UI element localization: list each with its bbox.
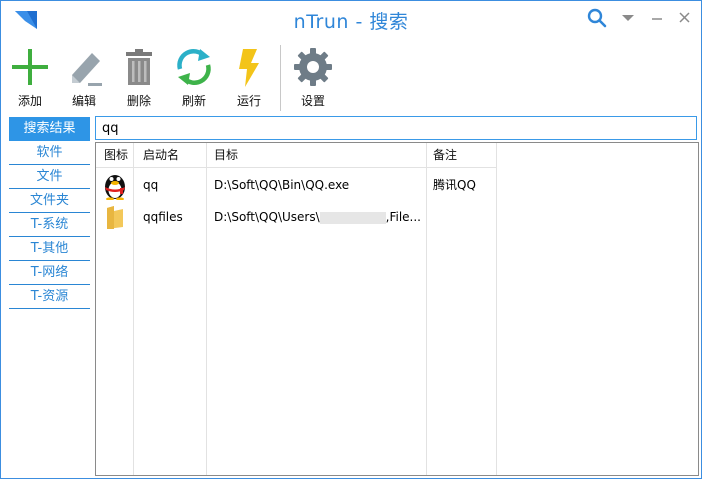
- sidebar-item-folders[interactable]: 文件夹: [9, 189, 90, 213]
- add-icon: [12, 49, 48, 85]
- toolbar-separator: [280, 45, 281, 111]
- row-target-suffix: ,File...: [385, 210, 421, 224]
- edit-label: 编辑: [71, 94, 96, 108]
- row-name: qq: [143, 178, 159, 192]
- sidebar-item-files[interactable]: 文件: [9, 165, 90, 189]
- results-table: 图标 启动名 目标 备注 qq D:\Soft\QQ\Bin\QQ.exe 腾讯…: [95, 142, 699, 476]
- edit-button[interactable]: 编辑: [57, 45, 111, 109]
- row-target-prefix: D:\Soft\QQ\Users\: [214, 210, 320, 224]
- minimize-icon[interactable]: [646, 7, 668, 29]
- settings-label: 设置: [300, 94, 325, 108]
- row-name: qqfiles: [143, 210, 183, 224]
- refresh-label: 刷新: [181, 94, 206, 108]
- title-bar[interactable]: nTrun - 搜索: [1, 1, 701, 39]
- sidebar-item-t-network[interactable]: T-网络: [9, 261, 90, 285]
- run-button[interactable]: 运行: [222, 45, 276, 109]
- table-row[interactable]: qq D:\Soft\QQ\Bin\QQ.exe 腾讯QQ: [96, 169, 496, 201]
- toolbar: 添加 编辑 删除 刷新 运行 设置: [1, 41, 701, 113]
- row-target: D:\Soft\QQ\Users\ ,File...: [214, 201, 424, 233]
- lightning-icon: [239, 49, 259, 87]
- category-sidebar: 搜索结果 软件 文件 文件夹 T-系统 T-其他 T-网络 T-资源: [9, 117, 90, 309]
- close-icon[interactable]: [674, 7, 696, 29]
- qq-penguin-icon: [105, 175, 125, 201]
- delete-button[interactable]: 删除: [112, 45, 166, 109]
- row-target: D:\Soft\QQ\Bin\QQ.exe: [214, 178, 350, 192]
- sidebar-item-t-other[interactable]: T-其他: [9, 237, 90, 261]
- add-label: 添加: [17, 94, 42, 108]
- search-input[interactable]: [96, 117, 698, 139]
- app-window: nTrun - 搜索 添加 编辑 删除 刷新 运行 设置 搜索结果 软件 文件 …: [0, 0, 702, 479]
- delete-label: 删除: [126, 94, 151, 108]
- dropdown-icon[interactable]: [617, 7, 639, 29]
- redacted-username: [319, 211, 386, 224]
- row-icon-cell: [102, 169, 130, 201]
- pencil-icon: [72, 53, 102, 86]
- sidebar-item-search-results[interactable]: 搜索结果: [9, 117, 90, 141]
- row-note: 腾讯QQ: [433, 178, 476, 192]
- row-icon-cell: [104, 201, 132, 233]
- trash-icon: [126, 49, 152, 85]
- column-header-name[interactable]: 启动名: [143, 143, 179, 167]
- column-divider: [496, 143, 497, 475]
- search-icon[interactable]: [586, 7, 608, 29]
- column-header-target[interactable]: 目标: [214, 143, 238, 167]
- gear-icon: [294, 48, 332, 86]
- sidebar-item-t-resources[interactable]: T-资源: [9, 285, 90, 309]
- settings-button[interactable]: 设置: [286, 45, 340, 109]
- table-row[interactable]: qqfiles D:\Soft\QQ\Users\ ,File...: [96, 201, 496, 233]
- sidebar-item-software[interactable]: 软件: [9, 141, 90, 165]
- refresh-button[interactable]: 刷新: [167, 45, 221, 109]
- header-divider: [96, 167, 496, 168]
- refresh-icon: [177, 49, 211, 85]
- folder-icon: [107, 206, 123, 229]
- search-box: [95, 116, 698, 140]
- run-label: 运行: [236, 94, 261, 108]
- add-button[interactable]: 添加: [3, 45, 57, 109]
- column-header-icon[interactable]: 图标: [104, 143, 128, 167]
- column-header-note[interactable]: 备注: [433, 143, 457, 167]
- sidebar-item-t-system[interactable]: T-系统: [9, 213, 90, 237]
